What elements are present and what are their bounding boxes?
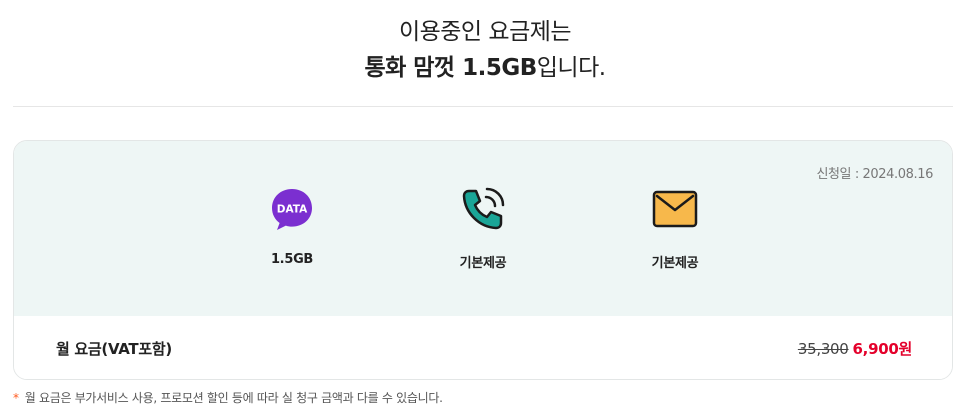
benefit-data: DATA 1.5GB	[232, 185, 352, 267]
original-price: 35,300	[797, 340, 849, 358]
apply-date: 신청일 : 2024.08.16	[816, 167, 933, 182]
monthly-fee-row: 월 요금(VAT포함) 35,300 6,900원	[14, 316, 952, 379]
benefit-voice: 기본제공	[423, 185, 543, 271]
phone-call-icon	[462, 187, 505, 230]
benefit-message: 기본제공	[615, 185, 735, 271]
title-suffix: 입니다.	[536, 55, 606, 81]
envelope-icon	[652, 190, 698, 228]
benefits-panel: 신청일 : 2024.08.16 DATA 1.5GB 기본제공 기본제공	[14, 141, 952, 316]
footer-note: * 월 요금은 부가서비스 사용, 프로모션 할인 등에 따라 실 청구 금액과 …	[13, 389, 443, 406]
benefit-voice-label: 기본제공	[459, 256, 507, 271]
benefit-message-label: 기본제공	[651, 256, 699, 271]
plan-name: 통화 맘껏 1.5GB	[364, 55, 537, 81]
title-intro: 이용중인 요금제는	[398, 19, 572, 45]
monthly-fee-values: 35,300 6,900원	[798, 338, 912, 359]
plan-card: 신청일 : 2024.08.16 DATA 1.5GB 기본제공 기본제공 월 …	[13, 140, 953, 380]
monthly-fee-label: 월 요금(VAT포함)	[56, 340, 172, 358]
page-title: 이용중인 요금제는 통화 맘껏 1.5GB입니다.	[0, 16, 970, 86]
divider	[13, 106, 953, 107]
note-text: 월 요금은 부가서비스 사용, 프로모션 할인 등에 따라 실 청구 금액과 다…	[24, 391, 443, 405]
discounted-price: 6,900원	[852, 340, 913, 358]
title-plan-line: 통화 맘껏 1.5GB입니다.	[0, 50, 970, 86]
data-icon-text: DATA	[277, 204, 308, 216]
benefit-data-label: 1.5GB	[270, 252, 314, 267]
data-bubble-icon: DATA	[272, 189, 312, 230]
note-star: *	[13, 391, 19, 405]
